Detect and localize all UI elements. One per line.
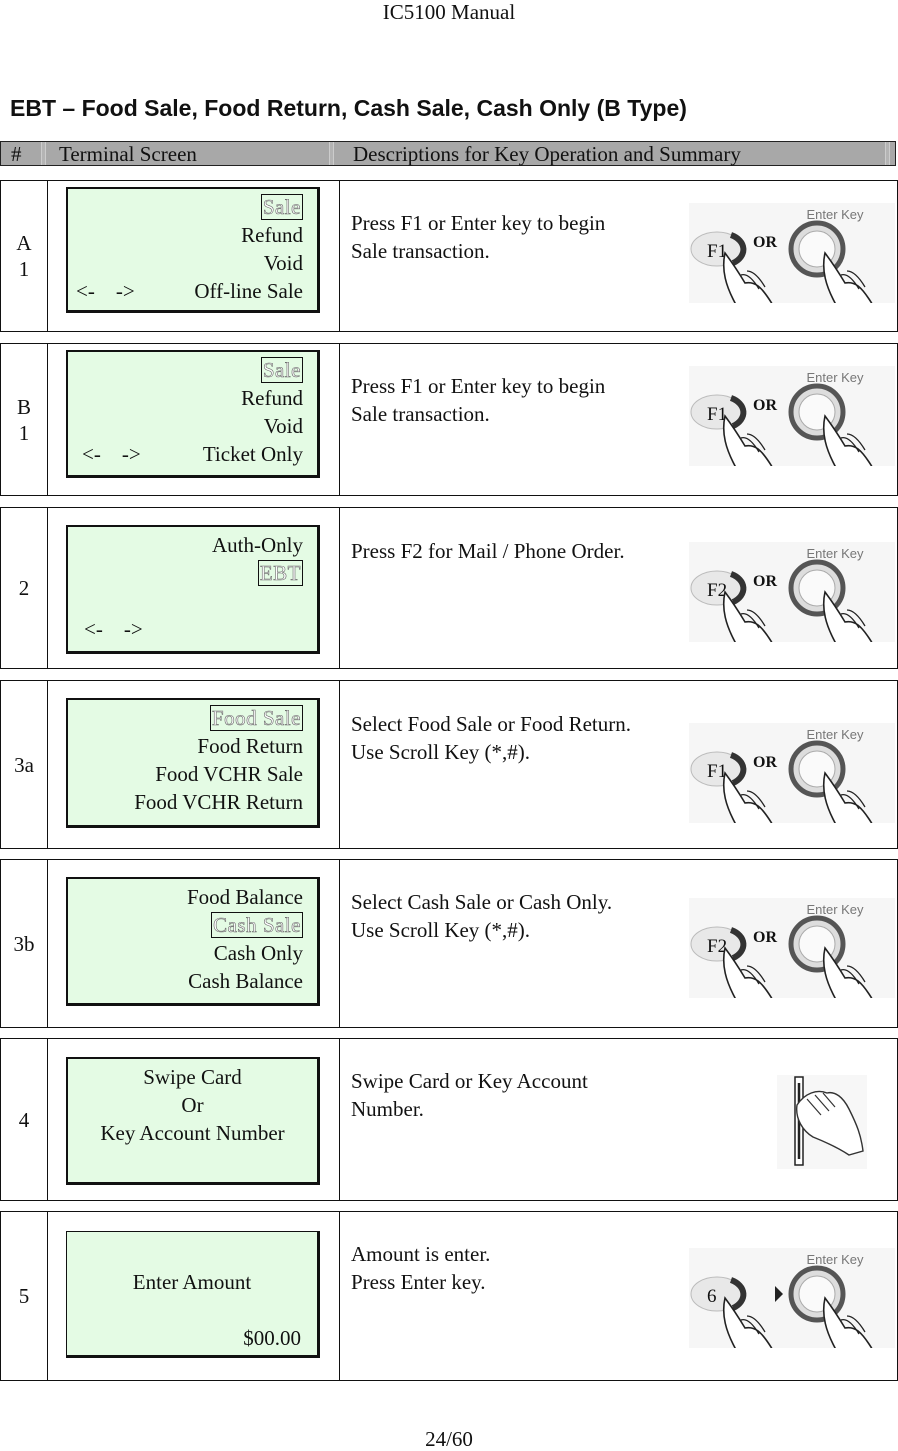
terminal-screen: Food Balance Cash Sale Cash Only Cash Ba…: [66, 877, 320, 1006]
scroll-arrows: <- ->: [76, 279, 135, 303]
six-then-enter-key-icon: Enter Key 6: [689, 1248, 895, 1379]
or-label: OR: [753, 397, 777, 414]
step-number: 3b: [1, 860, 48, 1027]
menu-item: Void: [263, 251, 303, 275]
menu-item: Cash Balance: [188, 969, 303, 993]
terminal-screen-cell: Sale Refund Void <- -> Off-line Sale: [48, 181, 340, 331]
selected-menu-item: Food Sale: [209, 705, 303, 731]
section-title: EBT – Food Sale, Food Return, Cash Sale,…: [10, 95, 687, 121]
selected-menu-item: Sale: [260, 194, 303, 220]
selected-menu-item: Cash Sale: [211, 912, 303, 938]
terminal-screen-cell: Food Balance Cash Sale Cash Only Cash Ba…: [48, 860, 340, 1027]
selected-menu-item: Sale: [260, 357, 303, 383]
terminal-screen-cell: Sale Refund Void <- -> Ticket Only: [48, 344, 340, 495]
menu-item: Refund: [241, 223, 303, 247]
step-number: A 1: [1, 181, 48, 331]
terminal-screen-cell: Auth-Only EBT <- ->: [48, 508, 340, 668]
menu-item: Cash Only: [213, 941, 303, 965]
column-separator: [41, 142, 46, 165]
step-number: 4: [1, 1039, 48, 1200]
terminal-screen: Enter Amount $00.00: [66, 1231, 320, 1358]
screen-title: Enter Amount: [132, 1270, 252, 1294]
f2-or-enter-key-icon: Enter Key F2 OR: [689, 542, 895, 673]
step-description: Select Food Sale or Food Return. Use Scr…: [351, 712, 631, 764]
page-number: 24/60: [425, 1427, 473, 1451]
menu-item: Refund: [241, 386, 303, 410]
step-description: Select Cash Sale or Cash Only. Use Scrol…: [351, 890, 613, 942]
terminal-screen: Swipe Card Or Key Account Number: [66, 1057, 320, 1185]
f2-or-enter-key-icon: Enter Key F2 OR: [689, 898, 895, 1029]
table-header: # Terminal Screen Descriptions for Key O…: [0, 141, 896, 166]
function-key-label: 6: [707, 1286, 717, 1307]
step-number: 2: [1, 508, 48, 668]
or-label: OR: [753, 929, 777, 946]
column-header-descriptions: Descriptions for Key Operation and Summa…: [353, 142, 741, 166]
step-description: Amount is enter. Press Enter key.: [351, 1242, 491, 1294]
table-row: B 1 Sale Refund Void <- -> Ticket Only Pr…: [0, 343, 898, 497]
screen-line: Or: [181, 1093, 204, 1117]
terminal-screen: Auth-Only EBT <- ->: [66, 525, 320, 654]
menu-item: Off-line Sale: [194, 279, 303, 303]
table-row: 3a Food Sale Food Return Food VCHR Sale …: [0, 680, 898, 854]
column-header-number: #: [11, 142, 22, 166]
f1-or-enter-key-icon: Enter Key F1 OR: [689, 723, 895, 854]
menu-item: Food Balance: [186, 885, 303, 909]
table-row: 5 Enter Amount $00.00 Amount is enter. P…: [0, 1211, 898, 1381]
enter-key-label: Enter Key: [806, 902, 864, 917]
column-separator: [329, 142, 334, 165]
table-row: 2 Auth-Only EBT <- -> Press F2 for Mail …: [0, 507, 898, 673]
enter-key-label: Enter Key: [806, 727, 864, 742]
screen-line: Key Account Number: [100, 1121, 285, 1145]
terminal-screen-cell: Food Sale Food Return Food VCHR Sale Foo…: [48, 681, 340, 848]
step-number: 5: [1, 1212, 48, 1380]
menu-item: Food Return: [197, 734, 303, 758]
f1-or-enter-key-icon: Enter Key F1 OR: [689, 203, 895, 334]
selected-menu-item: EBT: [257, 560, 303, 586]
or-label: OR: [753, 234, 777, 251]
step-number: 3a: [1, 681, 48, 848]
table-row: A 1 Sale Refund Void <- -> Off-line Sale …: [0, 180, 898, 334]
or-label: OR: [753, 573, 777, 590]
terminal-screen: Sale Refund Void <- -> Off-line Sale: [66, 187, 320, 313]
step-number: B 1: [1, 344, 48, 495]
terminal-screen-cell: Enter Amount $00.00: [48, 1212, 340, 1380]
enter-key-label: Enter Key: [806, 207, 864, 222]
step-description: Swipe Card or Key Account Number.: [351, 1069, 588, 1121]
column-separator: [885, 142, 890, 165]
enter-key-label: Enter Key: [806, 1252, 864, 1267]
card-swipe-icon: [777, 1075, 867, 1174]
step-description: Press F1 or Enter key to begin Sale tran…: [351, 374, 606, 426]
running-header: IC5100 Manual: [382, 0, 516, 24]
terminal-screen: Food Sale Food Return Food VCHR Sale Foo…: [66, 698, 320, 828]
f1-or-enter-key-icon: Enter Key F1 OR: [689, 366, 895, 497]
terminal-screen: Sale Refund Void <- -> Ticket Only: [66, 350, 320, 478]
menu-item: Food VCHR Sale: [155, 762, 303, 786]
table-row: 4 Swipe Card Or Key Account Number Swipe…: [0, 1038, 898, 1201]
terminal-screen-cell: Swipe Card Or Key Account Number: [48, 1039, 340, 1200]
scroll-arrows: <- ->: [82, 442, 141, 466]
table-row: 3b Food Balance Cash Sale Cash Only Cash…: [0, 859, 898, 1029]
menu-item: Ticket Only: [202, 442, 303, 466]
menu-item: Void: [263, 414, 303, 438]
amount-value: $00.00: [243, 1326, 301, 1350]
column-header-terminal-screen: Terminal Screen: [59, 142, 197, 166]
enter-key-label: Enter Key: [806, 370, 864, 385]
step-description: Press F1 or Enter key to begin Sale tran…: [351, 211, 606, 263]
screen-line: Swipe Card: [143, 1065, 242, 1089]
step-description: Press F2 for Mail / Phone Order.: [351, 539, 625, 563]
scroll-arrows: <- ->: [84, 617, 143, 641]
or-label: OR: [753, 754, 777, 771]
menu-item: Auth-Only: [212, 533, 303, 557]
menu-item: Food VCHR Return: [134, 790, 303, 814]
enter-key-label: Enter Key: [806, 546, 864, 561]
